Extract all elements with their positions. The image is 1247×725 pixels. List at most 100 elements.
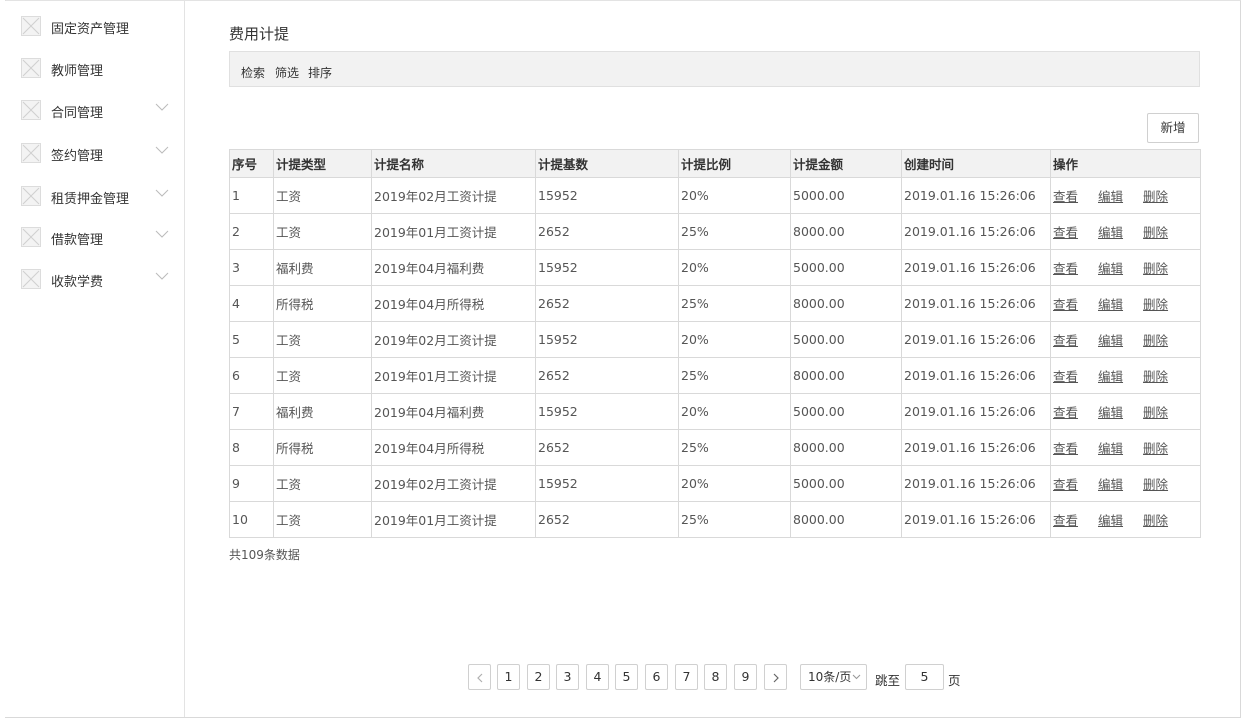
placeholder-image-icon — [21, 16, 41, 36]
sidebar-item-label: 收款学费 — [51, 275, 104, 290]
cell-name: 2019年02月工资计提 — [371, 465, 536, 502]
cell-amount: 8000.00 — [790, 429, 902, 466]
cell-created: 2019.01.16 15:26:06 — [901, 465, 1051, 502]
page-size-select[interactable]: 10条/页 — [800, 664, 867, 690]
search-filter[interactable]: 检索 — [241, 64, 265, 81]
page-button[interactable]: 4 — [586, 664, 609, 690]
delete-link[interactable]: 删除 — [1143, 297, 1168, 312]
view-link[interactable]: 查看 — [1053, 369, 1078, 384]
delete-link[interactable]: 删除 — [1143, 189, 1168, 204]
chevron-down-icon — [155, 146, 169, 154]
cell-actions: 查看 编辑 删除 — [1050, 177, 1201, 214]
cell-actions: 查看 编辑 删除 — [1050, 393, 1201, 430]
add-button[interactable]: 新增 — [1147, 113, 1199, 143]
cell-actions: 查看 编辑 删除 — [1050, 429, 1201, 466]
chevron-left-icon — [476, 673, 482, 683]
sidebar-item[interactable]: 租赁押金管理 — [5, 182, 184, 212]
jump-label: 跳至 — [875, 673, 901, 688]
edit-link[interactable]: 编辑 — [1098, 189, 1123, 204]
delete-link[interactable]: 删除 — [1143, 333, 1168, 348]
sidebar-item-label: 签约管理 — [51, 149, 104, 164]
cell-base: 2652 — [535, 357, 679, 394]
cell-actions: 查看 编辑 删除 — [1050, 249, 1201, 286]
header-ratio: 计提比例 — [678, 149, 791, 178]
cell-ratio: 25% — [678, 429, 791, 466]
cell-type: 工资 — [273, 465, 372, 502]
cell-created: 2019.01.16 15:26:06 — [901, 213, 1051, 250]
view-link[interactable]: 查看 — [1053, 225, 1078, 240]
cell-index: 10 — [229, 501, 274, 538]
delete-link[interactable]: 删除 — [1143, 405, 1168, 420]
cell-name: 2019年02月工资计提 — [371, 321, 536, 358]
cell-base: 15952 — [535, 321, 679, 358]
cell-ratio: 20% — [678, 465, 791, 502]
cell-index: 6 — [229, 357, 274, 394]
chevron-down-icon — [155, 103, 169, 111]
table-row: 2 工资 2019年01月工资计提 2652 25% 8000.00 2019.01.16 … — [229, 213, 1201, 250]
sidebar-item[interactable]: 收款学费 — [5, 265, 184, 295]
cell-index: 2 — [229, 213, 274, 250]
cell-amount: 5000.00 — [790, 393, 902, 430]
view-link[interactable]: 查看 — [1053, 333, 1078, 348]
cell-index: 4 — [229, 285, 274, 322]
edit-link[interactable]: 编辑 — [1098, 441, 1123, 456]
cell-created: 2019.01.16 15:26:06 — [901, 285, 1051, 322]
page-button[interactable]: 1 — [497, 664, 520, 690]
next-page-button[interactable] — [764, 664, 787, 690]
delete-link[interactable]: 删除 — [1143, 225, 1168, 240]
header-type: 计提类型 — [273, 149, 372, 178]
cell-name: 2019年01月工资计提 — [371, 501, 536, 538]
cell-actions: 查看 编辑 删除 — [1050, 465, 1201, 502]
edit-link[interactable]: 编辑 — [1098, 297, 1123, 312]
cell-base: 15952 — [535, 177, 679, 214]
cell-index: 7 — [229, 393, 274, 430]
view-link[interactable]: 查看 — [1053, 297, 1078, 312]
view-link[interactable]: 查看 — [1053, 405, 1078, 420]
page-button[interactable]: 7 — [675, 664, 698, 690]
cell-type: 所得税 — [273, 429, 372, 466]
edit-link[interactable]: 编辑 — [1098, 369, 1123, 384]
edit-link[interactable]: 编辑 — [1098, 261, 1123, 276]
page-button[interactable]: 8 — [704, 664, 727, 690]
placeholder-image-icon — [21, 186, 41, 206]
page-button[interactable]: 2 — [527, 664, 550, 690]
cell-amount: 5000.00 — [790, 321, 902, 358]
view-link[interactable]: 查看 — [1053, 441, 1078, 456]
sidebar-item[interactable]: 借款管理 — [5, 223, 184, 253]
view-link[interactable]: 查看 — [1053, 189, 1078, 204]
sidebar-item[interactable]: 合同管理 — [5, 96, 184, 126]
view-link[interactable]: 查看 — [1053, 513, 1078, 528]
page-button[interactable]: 9 — [734, 664, 757, 690]
delete-link[interactable]: 删除 — [1143, 477, 1168, 492]
accrual-table: 序号 计提类型 计提名称 计提基数 计提比例 计提金额 创建时间 操作 1 工资 2… — [229, 149, 1201, 538]
edit-link[interactable]: 编辑 — [1098, 333, 1123, 348]
edit-link[interactable]: 编辑 — [1098, 225, 1123, 240]
chevron-down-icon — [155, 230, 169, 238]
sort-option[interactable]: 排序 — [308, 64, 332, 81]
edit-link[interactable]: 编辑 — [1098, 405, 1123, 420]
view-link[interactable]: 查看 — [1053, 261, 1078, 276]
delete-link[interactable]: 删除 — [1143, 441, 1168, 456]
table-row: 9 工资 2019年02月工资计提 15952 20% 5000.00 2019.01.16… — [229, 465, 1201, 502]
edit-link[interactable]: 编辑 — [1098, 513, 1123, 528]
delete-link[interactable]: 删除 — [1143, 513, 1168, 528]
sidebar-item[interactable]: 固定资产管理 — [5, 12, 184, 42]
delete-link[interactable]: 删除 — [1143, 261, 1168, 276]
prev-page-button[interactable] — [468, 664, 491, 690]
filter-option[interactable]: 筛选 — [275, 64, 299, 81]
page-button[interactable]: 6 — [645, 664, 668, 690]
view-link[interactable]: 查看 — [1053, 477, 1078, 492]
sidebar-item[interactable]: 签约管理 — [5, 139, 184, 169]
cell-base: 2652 — [535, 429, 679, 466]
table-row: 5 工资 2019年02月工资计提 15952 20% 5000.00 2019.01.16… — [229, 321, 1201, 358]
page-button[interactable]: 5 — [615, 664, 638, 690]
sidebar-item[interactable]: 教师管理 — [5, 54, 184, 84]
edit-link[interactable]: 编辑 — [1098, 477, 1123, 492]
delete-link[interactable]: 删除 — [1143, 369, 1168, 384]
table-row: 3 福利费 2019年04月福利费 15952 20% 5000.00 2019.01.16… — [229, 249, 1201, 286]
page-button[interactable]: 3 — [556, 664, 579, 690]
chevron-down-icon — [852, 674, 861, 680]
jump-page-input[interactable]: 5 — [905, 664, 944, 690]
header-name: 计提名称 — [371, 149, 536, 178]
cell-index: 5 — [229, 321, 274, 358]
